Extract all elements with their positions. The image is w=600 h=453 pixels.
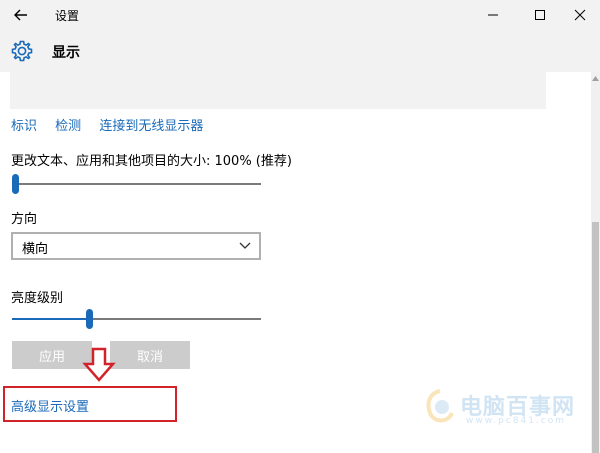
close-icon [574,9,586,21]
orientation-selected: 横向 [22,242,49,257]
orientation-dropdown[interactable]: 横向 [11,232,261,260]
scroll-up-arrow-icon[interactable] [591,72,600,84]
down-arrow-annotation-icon [82,347,116,382]
maximize-button[interactable] [525,4,555,26]
brightness-slider-thumb[interactable] [86,309,93,329]
window-title: 设置 [55,9,80,23]
watermark-swirl-icon [426,389,454,423]
display-links: 标识 检测 连接到无线显示器 [11,115,217,134]
scale-label: 更改文本、应用和其他项目的大小: 100% (推荐) [11,154,292,169]
scale-slider-track[interactable] [12,183,261,185]
back-button[interactable] [8,4,34,26]
back-arrow-icon [14,9,27,21]
apply-button[interactable]: 应用 [12,341,92,369]
minimize-button[interactable] [478,4,508,26]
scale-slider-thumb[interactable] [12,174,19,194]
watermark-logo: 电脑百事网 www.pc841.com [420,386,595,428]
identify-link[interactable]: 标识 [11,119,37,134]
brightness-label: 亮度级别 [11,291,64,306]
gear-icon [11,40,33,62]
advanced-display-settings-link[interactable]: 高级显示设置 [11,396,89,415]
cancel-button[interactable]: 取消 [110,341,190,369]
maximize-icon [535,10,545,20]
orientation-label: 方向 [11,212,38,227]
close-button[interactable] [565,4,595,26]
chevron-down-icon [239,242,251,249]
detect-link[interactable]: 检测 [55,119,81,134]
watermark-url: www.pc841.com [466,416,567,426]
connect-wireless-display-link[interactable]: 连接到无线显示器 [99,119,203,134]
title-bar: 设置 [0,0,600,30]
minimize-icon [488,14,498,16]
page-title: 显示 [52,45,80,61]
brightness-slider-fill [12,318,90,320]
page-header: 显示 [0,30,600,72]
display-preview-area[interactable] [10,72,546,109]
